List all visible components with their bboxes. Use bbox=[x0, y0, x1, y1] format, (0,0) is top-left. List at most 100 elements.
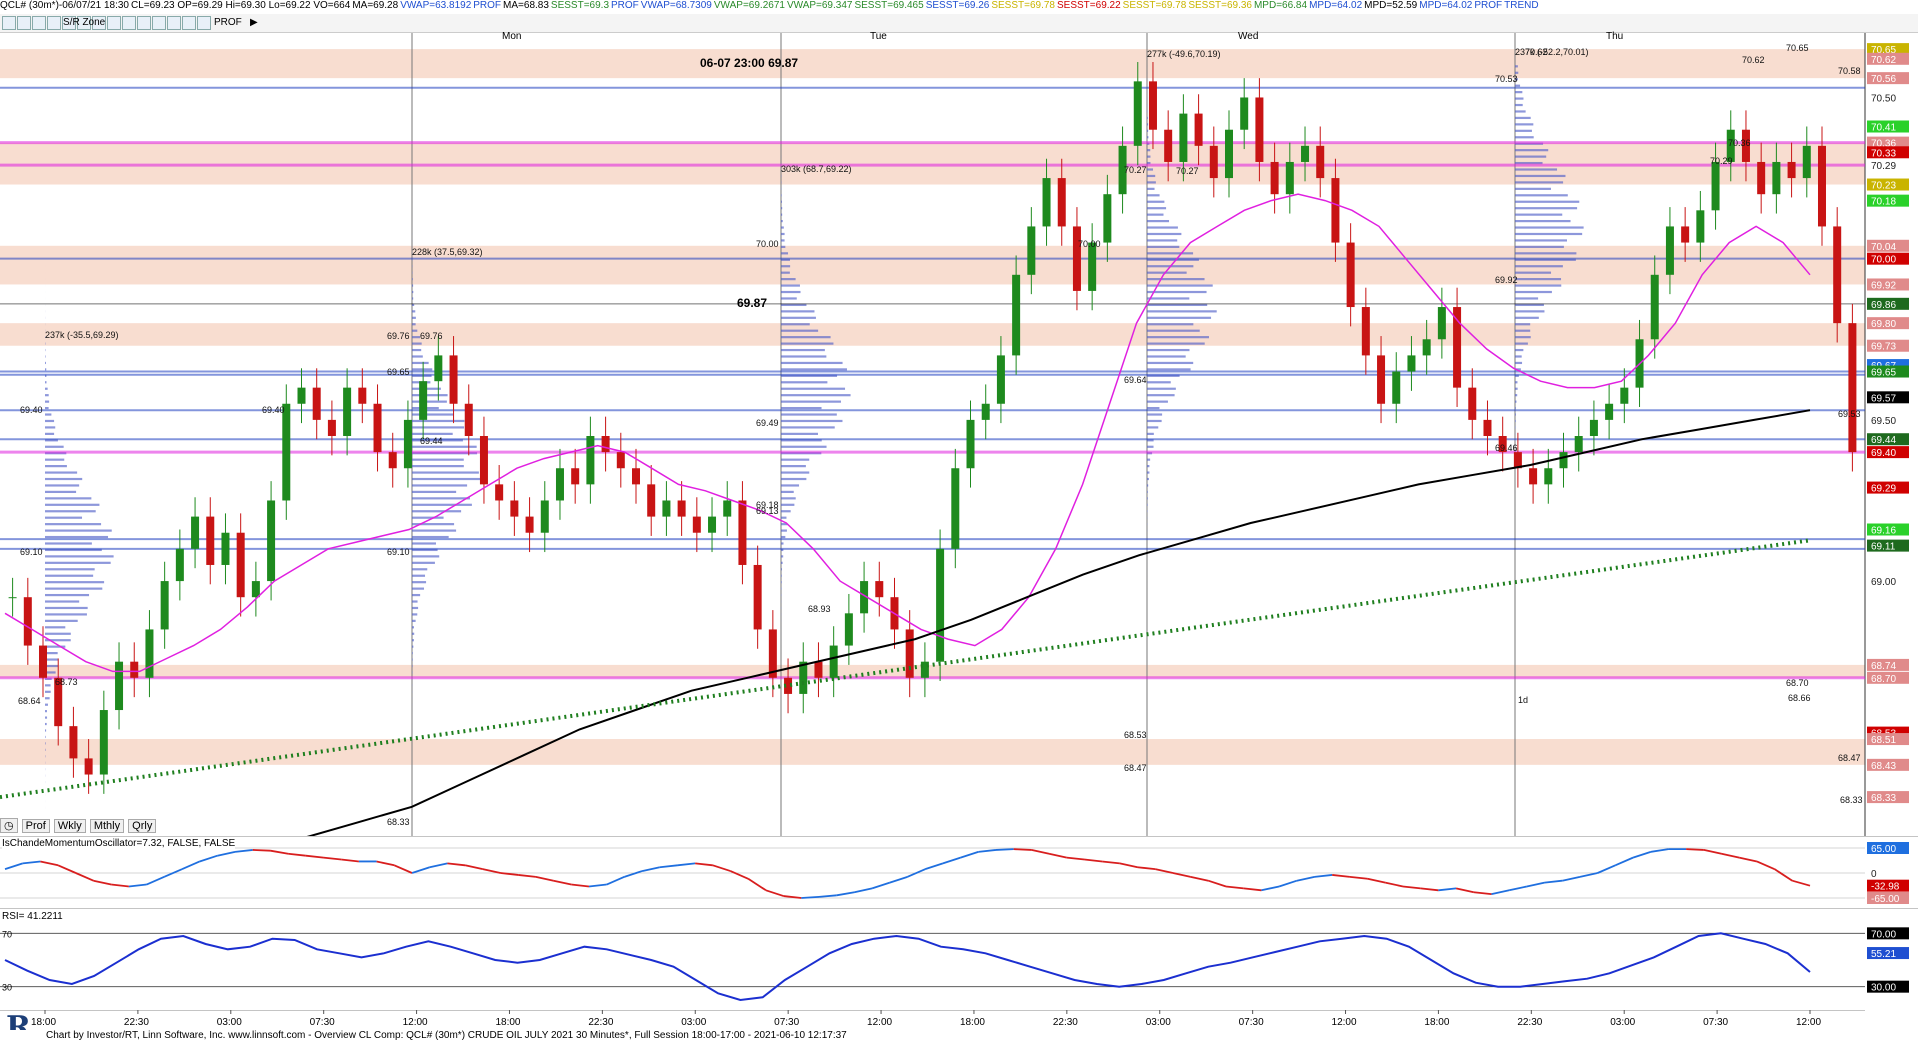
profile-bar bbox=[1515, 130, 1532, 132]
price-tag-15: 69.73 bbox=[1871, 342, 1896, 353]
crosshair-icon[interactable] bbox=[2, 16, 16, 30]
profile-bar bbox=[412, 620, 416, 622]
stats-icon[interactable] bbox=[167, 16, 181, 30]
line-tool-icon[interactable] bbox=[137, 16, 151, 30]
profile-bar bbox=[45, 633, 71, 635]
candle-body bbox=[1651, 275, 1659, 339]
profile-bar bbox=[1147, 362, 1193, 364]
candle-body bbox=[1803, 146, 1811, 178]
candle-body bbox=[450, 355, 458, 403]
candle-body bbox=[1331, 178, 1339, 242]
bar-chart-icon[interactable] bbox=[17, 16, 31, 30]
profile-bar bbox=[781, 336, 831, 338]
candle-body bbox=[434, 355, 442, 381]
circle-icon[interactable] bbox=[107, 16, 121, 30]
price-tag-24: 69.11 bbox=[1871, 542, 1896, 553]
profile-bar bbox=[45, 691, 51, 693]
tab-qrly[interactable]: Qrly bbox=[128, 819, 156, 833]
profile-bar bbox=[1515, 310, 1544, 312]
candle-body bbox=[1073, 226, 1081, 290]
candle-body bbox=[1377, 355, 1385, 403]
profile-bar bbox=[412, 349, 421, 351]
profile-bar bbox=[781, 194, 782, 196]
info-indicator-4: SESST=69.3 bbox=[551, 0, 609, 11]
clock-tab-icon[interactable]: ◷ bbox=[0, 818, 18, 833]
tab-mthly[interactable]: Mthly bbox=[90, 819, 124, 833]
info-indicator-17: MPD=52.59 bbox=[1364, 0, 1417, 11]
candle-body bbox=[1164, 130, 1172, 162]
text-icon[interactable] bbox=[182, 16, 196, 30]
candle-body bbox=[1818, 146, 1826, 227]
profile-bar bbox=[45, 555, 114, 557]
profile-bar bbox=[412, 600, 418, 602]
profile-bar bbox=[1147, 459, 1150, 461]
candle-body bbox=[1347, 243, 1355, 307]
profile-bar bbox=[1515, 175, 1565, 177]
profile-bar bbox=[781, 459, 809, 461]
chart-label-29: 69.92 bbox=[1495, 275, 1518, 285]
tab-wkly[interactable]: Wkly bbox=[54, 819, 86, 833]
profile-bar bbox=[1515, 156, 1546, 158]
candle-body bbox=[1240, 97, 1248, 129]
zoom-icon[interactable] bbox=[47, 16, 61, 30]
main-price-chart[interactable]: 237k (-35.5,69.29)228k (37.5,69.32)303k … bbox=[0, 33, 1918, 839]
profile-bar bbox=[1147, 278, 1205, 280]
profile-bar bbox=[1515, 343, 1528, 345]
profile-bar bbox=[1515, 65, 1518, 67]
profile-bar bbox=[781, 388, 845, 390]
profile-bar bbox=[412, 459, 464, 461]
profile-bar bbox=[781, 368, 847, 370]
profile-bar bbox=[45, 542, 92, 544]
candle-body bbox=[830, 646, 838, 678]
chart-label-11: 69.76 bbox=[387, 331, 410, 341]
candle-body bbox=[1210, 146, 1218, 178]
profile-bar bbox=[1515, 97, 1523, 99]
profile-bar bbox=[781, 220, 783, 222]
profile-bar bbox=[45, 355, 46, 357]
profile-bar bbox=[45, 749, 46, 751]
candle-icon[interactable] bbox=[32, 16, 46, 30]
chart-label-7: 69.10 bbox=[20, 547, 43, 557]
profile-bar bbox=[1147, 310, 1217, 312]
prof-button[interactable]: PROF bbox=[214, 16, 242, 29]
candle-body bbox=[343, 388, 351, 436]
profile-bar bbox=[412, 575, 425, 577]
profile-bar bbox=[45, 362, 46, 364]
profile-bar bbox=[45, 446, 64, 448]
profile-bar bbox=[412, 317, 416, 319]
candle-body bbox=[176, 549, 184, 581]
clock-icon[interactable] bbox=[197, 16, 211, 30]
candle-body bbox=[480, 436, 488, 484]
candle-body bbox=[997, 355, 1005, 403]
brush-icon[interactable] bbox=[122, 16, 136, 30]
time-axis: 18:0022:3003:0007:3012:0018:0022:3003:00… bbox=[0, 1010, 1918, 1030]
profile-bar bbox=[412, 336, 420, 338]
profile-bar bbox=[781, 323, 810, 325]
profile-bar bbox=[1515, 149, 1548, 151]
candle-body bbox=[1468, 388, 1476, 420]
profile-bar bbox=[781, 529, 787, 531]
level-icon[interactable] bbox=[152, 16, 166, 30]
chart-label-41: 1d bbox=[1518, 695, 1528, 705]
profile-bar bbox=[1515, 168, 1557, 170]
info-indicator-9: SESST=69.465 bbox=[854, 0, 923, 11]
chart-label-33: 70.36 bbox=[1728, 138, 1751, 148]
profile-bar bbox=[1147, 349, 1189, 351]
chart-label-24: 69.64 bbox=[1124, 375, 1147, 385]
rsi-tag-1: 55.21 bbox=[1871, 949, 1896, 960]
sr-zone-button[interactable]: S/R Zone bbox=[63, 16, 105, 29]
price-tag-21: 69.40 bbox=[1871, 448, 1896, 459]
profile-bar bbox=[781, 536, 785, 538]
price-tag-29: 68.51 bbox=[1871, 735, 1896, 746]
profile-bar bbox=[781, 291, 801, 293]
time-label-5: 18:00 bbox=[495, 1017, 520, 1028]
chart-label-12: 69.76 bbox=[420, 331, 443, 341]
price-tag-12: 69.92 bbox=[1871, 280, 1896, 291]
price-tag-11: 70.00 bbox=[1871, 255, 1896, 266]
profile-bar bbox=[412, 343, 422, 345]
candle-body bbox=[328, 420, 336, 436]
tab-prof[interactable]: Prof bbox=[22, 819, 50, 833]
right-arrow-icon[interactable]: ▶ bbox=[250, 16, 258, 29]
price-tag-2: 70.56 bbox=[1871, 74, 1896, 85]
candle-body bbox=[130, 662, 138, 678]
